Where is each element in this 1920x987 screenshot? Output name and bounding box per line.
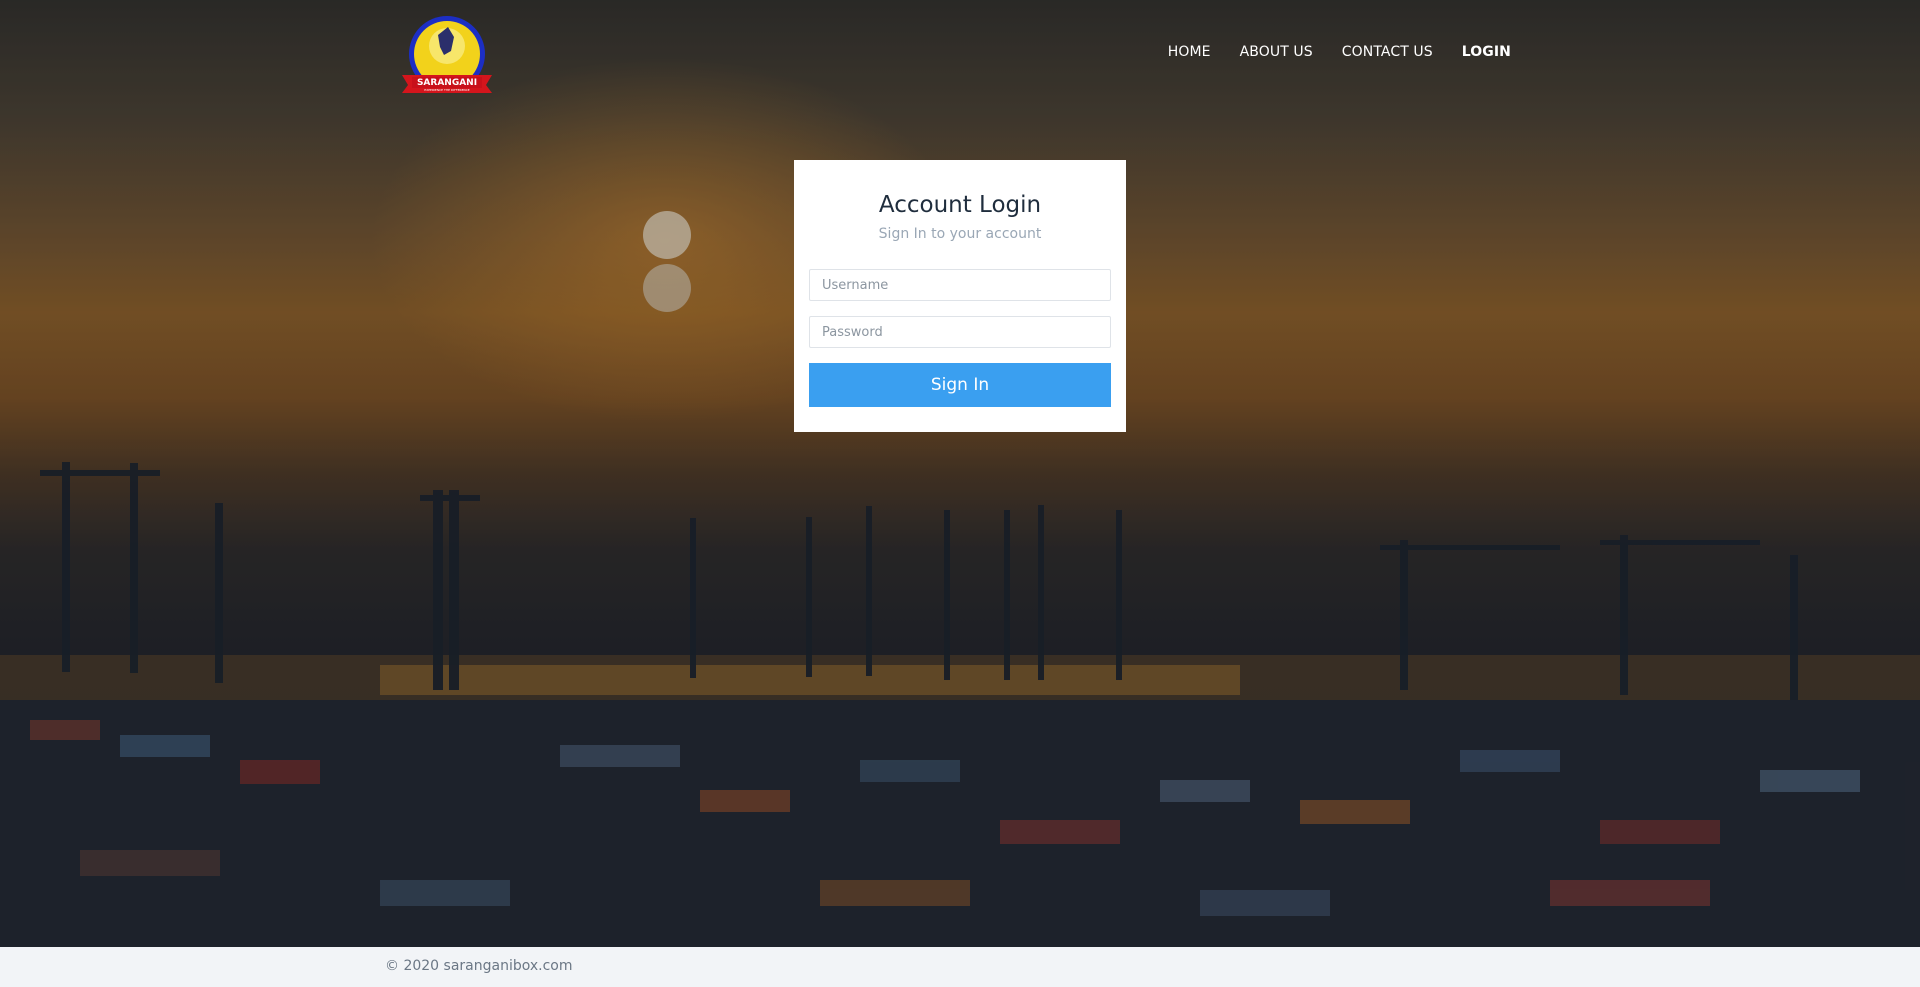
sarangani-logo-icon: SARANGANI EXPERIENCE THE DIFFERENCE [402, 16, 492, 93]
site-footer: © 2020 saranganibox.com [0, 947, 1920, 987]
logo-tagline: EXPERIENCE THE DIFFERENCE [424, 88, 470, 92]
hero-dark-overlay [0, 0, 1920, 947]
login-page: SARANGANI EXPERIENCE THE DIFFERENCE HOME… [0, 0, 1920, 987]
footer-copyright: © 2020 saranganibox.com [385, 958, 573, 974]
login-subtitle: Sign In to your account [878, 226, 1042, 242]
site-logo[interactable]: SARANGANI EXPERIENCE THE DIFFERENCE [396, 13, 498, 97]
password-input[interactable] [809, 316, 1111, 348]
nav-about-us[interactable]: ABOUT US [1240, 44, 1313, 60]
sign-in-button[interactable]: Sign In [809, 363, 1111, 407]
username-input[interactable] [809, 269, 1111, 301]
hero-background-image [0, 0, 1920, 947]
main-nav: HOME ABOUT US CONTACT US LOGIN [1168, 44, 1511, 60]
login-card: Account Login Sign In to your account Si… [794, 160, 1126, 432]
nav-home[interactable]: HOME [1168, 44, 1211, 60]
logo-wordmark: SARANGANI [417, 78, 477, 88]
nav-contact-us[interactable]: CONTACT US [1342, 44, 1433, 60]
nav-login[interactable]: LOGIN [1462, 44, 1511, 60]
login-title: Account Login [878, 192, 1042, 218]
